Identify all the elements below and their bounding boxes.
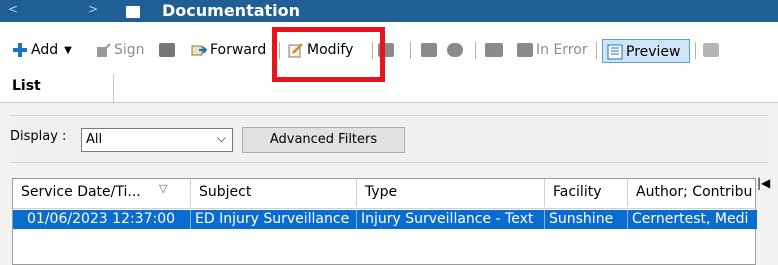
preview-icon (607, 44, 623, 60)
sign-icon (97, 43, 111, 57)
tab-bar: List (0, 74, 778, 103)
column-header-service-date[interactable]: Service Date/Ti... ▽ (13, 179, 191, 207)
chevron-down-icon: ⌵ (216, 131, 226, 145)
cell-author: Cernertest, Medi (632, 211, 749, 227)
forward-icon (191, 45, 207, 56)
stamp-button[interactable] (159, 40, 175, 60)
toolbar-divider (410, 42, 411, 59)
preview-label: Preview (626, 44, 681, 60)
tag-icon (703, 43, 719, 57)
title-bar: < > Documentation (0, 0, 778, 22)
favorite-button[interactable] (447, 40, 463, 60)
sign-button[interactable]: Sign (95, 40, 145, 60)
tab-list[interactable]: List (0, 74, 114, 102)
column-header-label: Service Date/Ti... (21, 184, 141, 200)
view-button[interactable] (485, 40, 503, 60)
home-icon[interactable] (126, 6, 140, 18)
dislike-button[interactable] (421, 40, 437, 60)
in-error-icon (517, 43, 533, 57)
window-icon (485, 43, 503, 57)
preview-content: Preview (607, 42, 681, 62)
back-icon[interactable]: < (8, 2, 18, 16)
cell-subject: ED Injury Surveillance (191, 210, 357, 229)
thumbs-down-icon (421, 43, 437, 57)
cell-facility: Sunshine (545, 210, 628, 229)
toolbar-divider (596, 42, 597, 59)
in-error-label: In Error (536, 42, 588, 58)
page-title: Documentation (162, 1, 301, 20)
documents-table: Service Date/Ti... ▽ Subject Type Facili… (12, 178, 757, 265)
forward-button[interactable]: Forward (191, 40, 266, 60)
sign-label: Sign (114, 42, 145, 58)
toolbar-divider (695, 42, 696, 59)
forward-nav-icon[interactable]: > (88, 2, 98, 16)
stamp-icon (159, 43, 175, 57)
table-row[interactable]: 01/06/2023 12:37:00 ED Injury Surveillan… (13, 210, 757, 229)
table-header: Service Date/Ti... ▽ Subject Type Facili… (13, 179, 757, 209)
add-label: Add (31, 42, 59, 58)
column-header-author[interactable]: Author; Contribu (628, 179, 755, 207)
in-error-button[interactable]: In Error (517, 40, 588, 60)
forward-label: Forward (210, 42, 267, 58)
collapse-panel-icon[interactable]: |◀ (757, 176, 770, 190)
advanced-filters-button[interactable]: Advanced Filters (242, 127, 405, 153)
toolbar-divider (475, 42, 476, 59)
heart-icon (447, 43, 463, 57)
preview-button[interactable]: Preview (602, 39, 690, 63)
plus-icon (13, 43, 27, 57)
tag-button[interactable] (703, 40, 719, 60)
cell-service-date: 01/06/2023 12:37:00 (13, 210, 191, 229)
cell-type: Injury Surveillance - Text (357, 210, 545, 229)
column-header-facility[interactable]: Facility (545, 179, 628, 207)
column-header-type[interactable]: Type (357, 179, 545, 207)
add-button[interactable]: Add ▼ (12, 40, 72, 60)
sort-icon: ▽ (159, 182, 168, 195)
display-value: All (86, 132, 103, 147)
display-label: Display : (10, 129, 67, 144)
chevron-down-icon[interactable]: ▼ (64, 45, 72, 56)
column-header-subject[interactable]: Subject (191, 179, 357, 207)
display-select[interactable]: All ⌵ (81, 128, 233, 152)
